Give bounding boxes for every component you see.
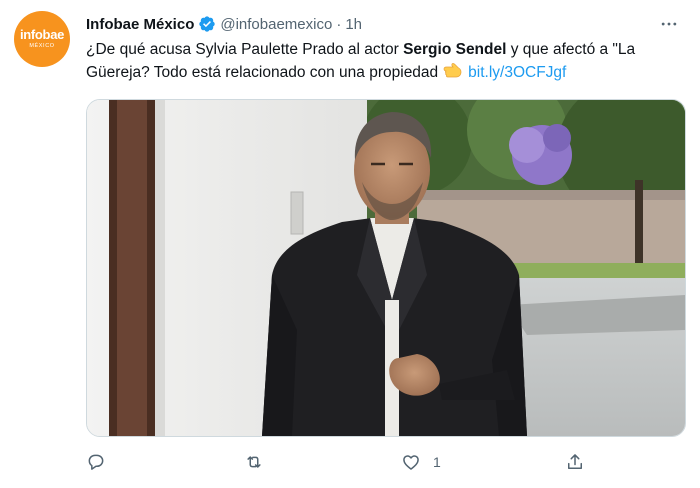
like-button[interactable]: 1 bbox=[401, 447, 441, 477]
share-icon bbox=[568, 454, 582, 469]
avatar[interactable]: infobae MÉXICO bbox=[14, 11, 70, 67]
pointing-hand-icon bbox=[442, 62, 464, 87]
tweet-header: Infobae México @infobaemexico · 1h bbox=[86, 13, 680, 35]
tweet-timestamp[interactable]: 1h bbox=[345, 16, 362, 33]
like-icon bbox=[403, 455, 419, 470]
author-name[interactable]: Infobae México bbox=[86, 16, 194, 33]
tweet-text-bold: Sergio Sendel bbox=[403, 41, 507, 58]
tweet-card[interactable]: infobae MÉXICO Infobae México @infobaeme… bbox=[0, 0, 700, 488]
photo-illustration bbox=[87, 100, 685, 436]
avatar-sub-text: MÉXICO bbox=[29, 43, 55, 49]
retweet-icon bbox=[247, 456, 261, 468]
reply-icon bbox=[88, 454, 104, 470]
like-count: 1 bbox=[433, 454, 441, 470]
avatar-brand-text: infobae bbox=[19, 27, 65, 42]
tweet-link[interactable]: bit.ly/3OCFJgf bbox=[468, 64, 566, 81]
author-handle[interactable]: @infobaemexico bbox=[220, 16, 332, 33]
separator-dot: · bbox=[336, 15, 342, 33]
retweet-button[interactable] bbox=[244, 447, 276, 477]
reply-button[interactable] bbox=[86, 447, 118, 477]
tweet-actions: 1 bbox=[86, 447, 606, 477]
tweet-media-photo[interactable] bbox=[86, 99, 686, 437]
tweet-text: ¿De qué acusa Sylvia Paulette Prado al a… bbox=[86, 38, 686, 87]
share-button[interactable] bbox=[565, 447, 597, 477]
tweet-text-part1: ¿De qué acusa Sylvia Paulette Prado al a… bbox=[86, 41, 404, 58]
more-options-icon[interactable] bbox=[658, 13, 680, 35]
verified-badge-icon bbox=[198, 15, 216, 33]
